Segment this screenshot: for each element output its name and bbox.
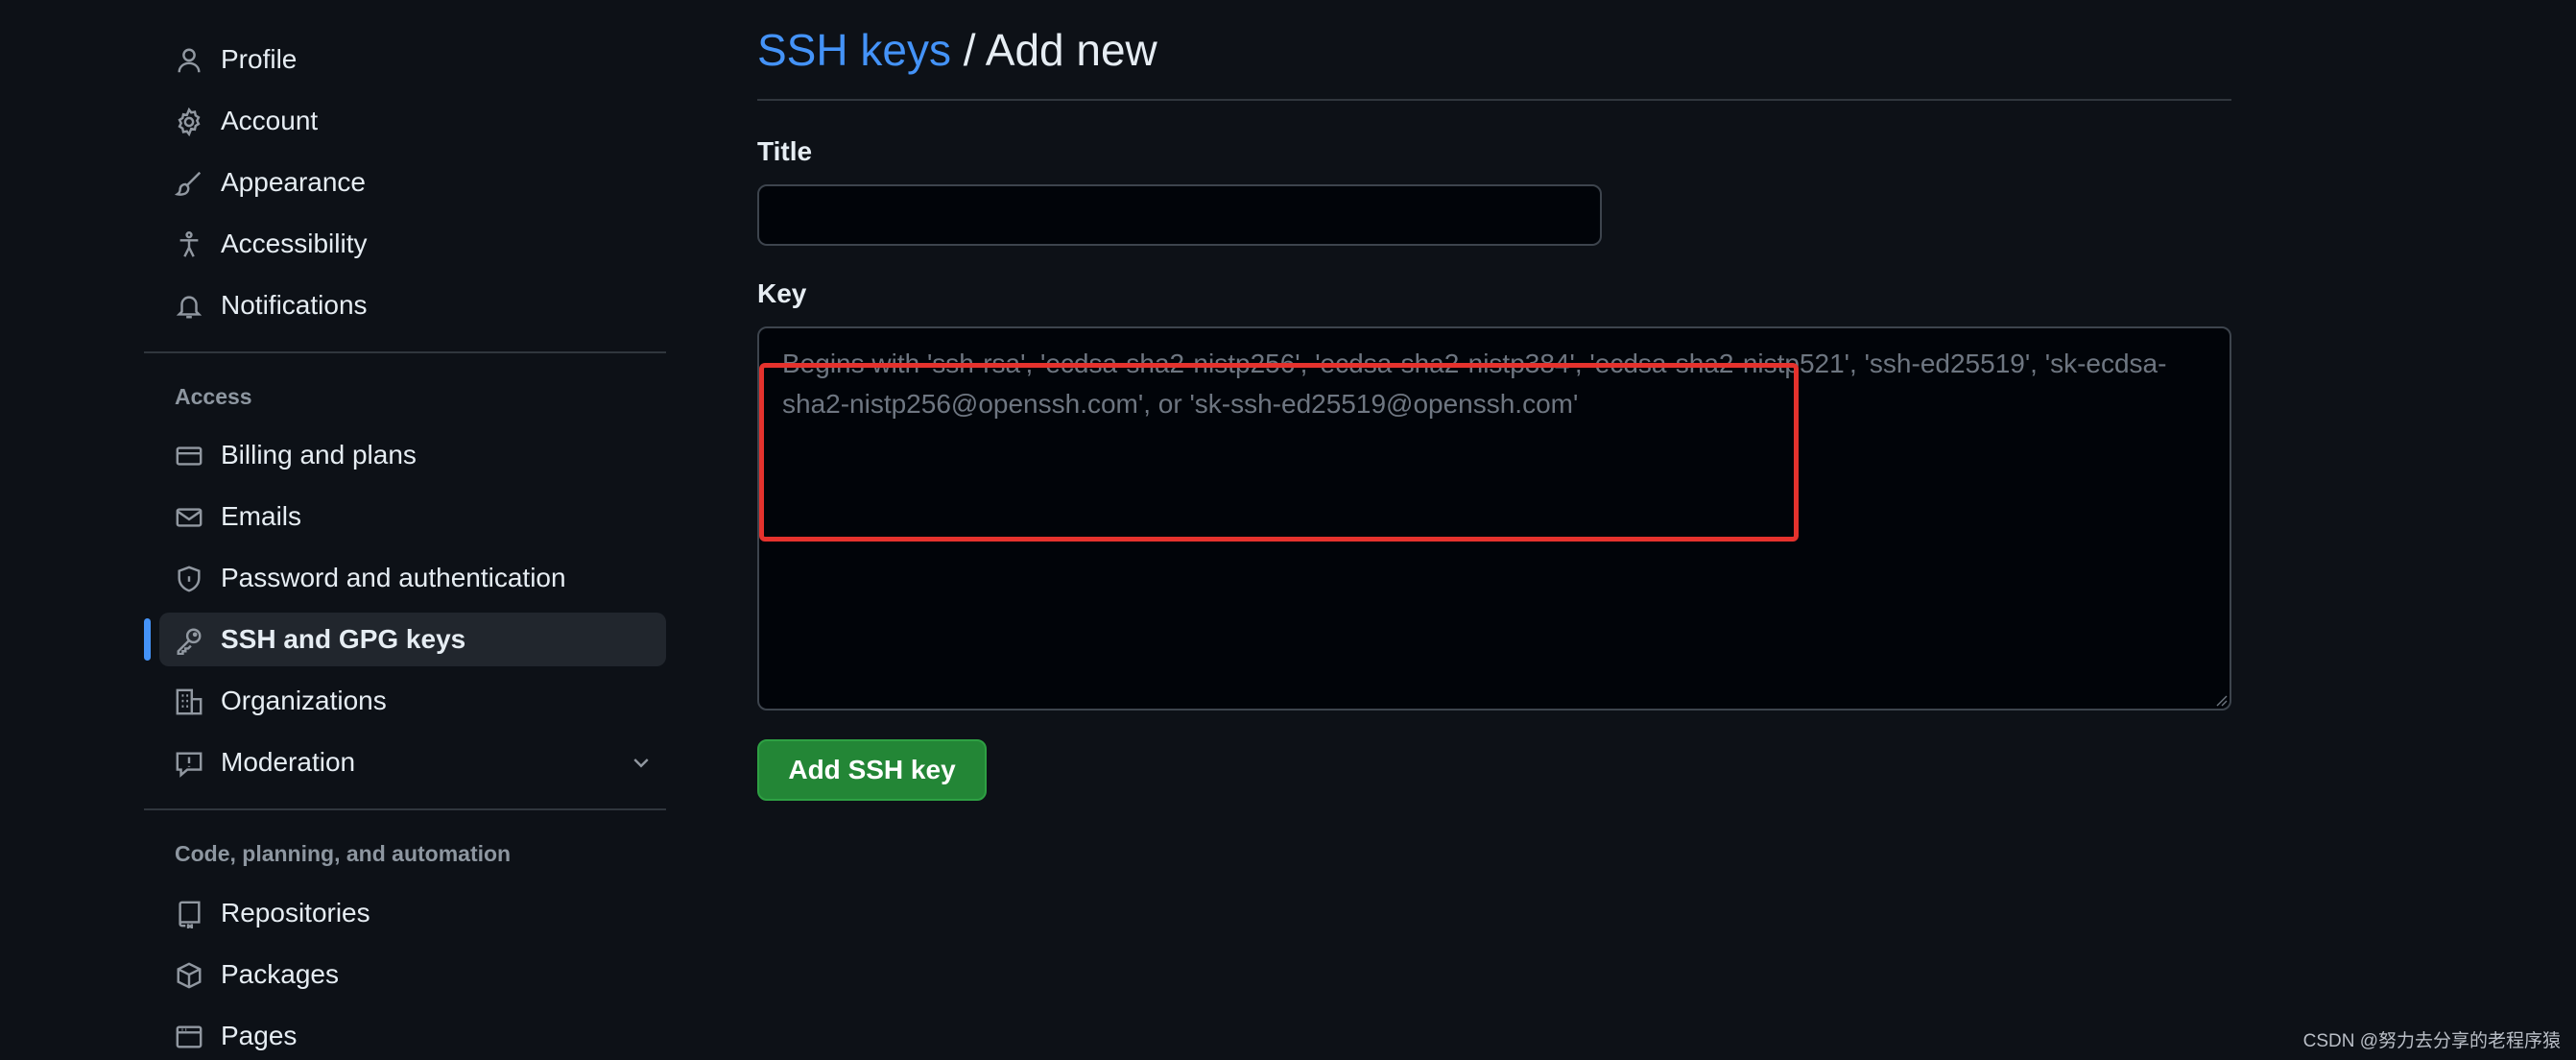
- header-divider: [757, 99, 2231, 101]
- sidebar-item-accessibility[interactable]: Accessibility: [159, 217, 666, 271]
- sidebar-item-moderation[interactable]: Moderation: [159, 735, 666, 789]
- nav-group-personal: Profile Account Appearance Accessibility: [144, 33, 666, 340]
- add-ssh-key-button[interactable]: Add SSH key: [757, 739, 987, 801]
- sidebar-divider: [144, 351, 666, 353]
- breadcrumb-separator: /: [963, 25, 976, 75]
- browser-icon: [175, 1023, 203, 1051]
- sidebar-item-label: Moderation: [221, 747, 356, 777]
- title-label: Title: [757, 136, 813, 166]
- sidebar-item-label: Accessibility: [221, 229, 368, 258]
- package-icon: [175, 961, 203, 990]
- sidebar-item-label: Pages: [221, 1021, 298, 1050]
- breadcrumb-ssh-keys-link[interactable]: SSH keys: [757, 25, 951, 75]
- main-content: SSH keys / Add new Title Key Add SSH key: [757, 0, 2231, 1060]
- sidebar-item-organizations[interactable]: Organizations: [159, 674, 666, 728]
- person-icon: [175, 46, 203, 75]
- report-icon: [175, 749, 203, 778]
- sidebar-item-label: Password and authentication: [221, 563, 566, 592]
- gear-icon: [175, 108, 203, 136]
- repo-icon: [175, 900, 203, 928]
- key-label: Key: [757, 278, 807, 308]
- sidebar-item-label: SSH and GPG keys: [221, 624, 466, 654]
- section-heading-access: Access: [175, 384, 252, 409]
- sidebar-item-pages[interactable]: Pages: [159, 1009, 666, 1060]
- active-indicator: [144, 618, 151, 661]
- sidebar-item-label: Emails: [221, 501, 302, 531]
- nav-group-access: Billing and plans Emails Password and au…: [144, 428, 666, 797]
- breadcrumb-current: Add new: [985, 25, 1157, 75]
- sidebar-item-label: Organizations: [221, 686, 387, 715]
- sidebar-item-label: Packages: [221, 959, 339, 989]
- paintbrush-icon: [175, 169, 203, 198]
- sidebar-item-label: Appearance: [221, 167, 367, 197]
- watermark: CSDN @努力去分享的老程序猿: [2302, 1031, 2561, 1051]
- nav-group-code: Repositories Packages Pages: [144, 886, 666, 1060]
- organization-icon: [175, 687, 203, 716]
- accessibility-icon: [175, 230, 203, 259]
- sidebar-item-label: Repositories: [221, 898, 370, 928]
- shield-lock-icon: [175, 565, 203, 593]
- sidebar-item-profile[interactable]: Profile: [159, 33, 666, 86]
- sidebar-item-appearance[interactable]: Appearance: [159, 156, 666, 209]
- section-heading-code: Code, planning, and automation: [175, 841, 512, 866]
- sidebar-item-label: Profile: [221, 44, 298, 74]
- sidebar-divider: [144, 808, 666, 810]
- sidebar-item-ssh-gpg-keys[interactable]: SSH and GPG keys: [144, 613, 666, 666]
- sidebar-item-billing[interactable]: Billing and plans: [159, 428, 666, 482]
- key-textarea[interactable]: [757, 326, 2231, 711]
- bell-icon: [175, 292, 203, 321]
- settings-sidebar: Profile Account Appearance Accessibility: [144, 0, 666, 1060]
- page-root: Profile Account Appearance Accessibility: [0, 0, 2576, 1060]
- key-icon: [175, 626, 203, 655]
- sidebar-item-notifications[interactable]: Notifications: [159, 278, 666, 332]
- sidebar-item-label: Account: [221, 106, 319, 135]
- title-input[interactable]: [757, 184, 1602, 246]
- sidebar-item-packages[interactable]: Packages: [159, 948, 666, 1001]
- mail-icon: [175, 503, 203, 532]
- credit-card-icon: [175, 442, 203, 470]
- sidebar-item-label: Notifications: [221, 290, 368, 320]
- page-title: SSH keys / Add new: [757, 21, 1157, 79]
- sidebar-item-account[interactable]: Account: [159, 94, 666, 148]
- sidebar-item-emails[interactable]: Emails: [159, 490, 666, 543]
- sidebar-item-label: Billing and plans: [221, 440, 417, 470]
- sidebar-item-password[interactable]: Password and authentication: [159, 551, 666, 605]
- chevron-down-icon[interactable]: [630, 751, 653, 774]
- resize-handle-icon[interactable]: [2214, 693, 2228, 707]
- sidebar-item-repositories[interactable]: Repositories: [159, 886, 666, 940]
